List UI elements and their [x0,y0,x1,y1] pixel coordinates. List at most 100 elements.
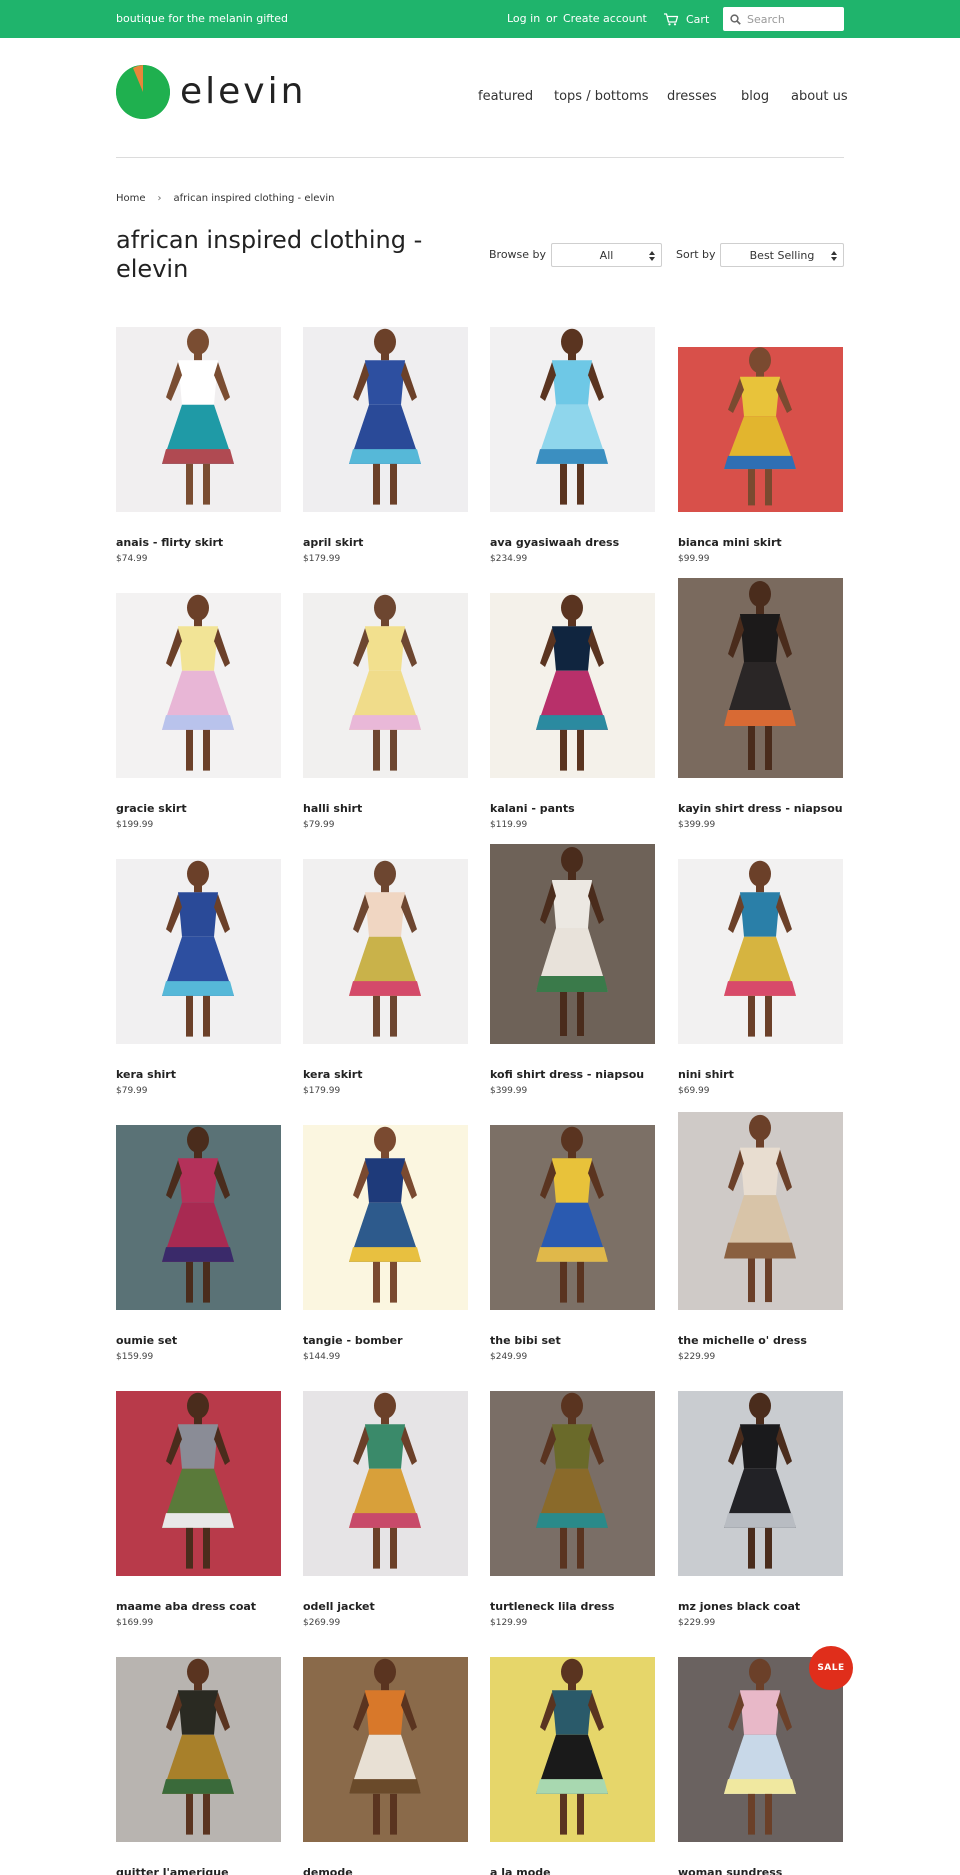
browse-value: All [599,248,614,262]
nav-featured[interactable]: featured [478,89,533,104]
product-image[interactable] [678,1112,843,1310]
search-input[interactable] [747,12,837,26]
sort-select[interactable]: Best Selling [720,243,844,267]
product-name[interactable]: gracie skirt [116,802,187,815]
product-image-frame [303,312,468,512]
logo-mark [116,65,170,119]
product-name[interactable]: demode [303,1866,353,1875]
create-account-link[interactable]: Create account [563,12,647,25]
select-arrows-icon [831,251,837,261]
search-box[interactable] [723,7,844,31]
product-image-frame [678,1376,843,1576]
product-image-frame [116,1642,281,1842]
product-name[interactable]: bianca mini skirt [678,536,782,549]
product-image[interactable] [490,327,655,512]
browse-select[interactable]: All [551,243,662,267]
product-name[interactable]: kera skirt [303,1068,362,1081]
product-image-frame [303,1110,468,1310]
nav-dresses[interactable]: dresses [667,89,717,104]
product-image-frame [116,312,281,512]
product-image[interactable] [116,327,281,512]
product-image-frame [116,844,281,1044]
product-image-frame [116,578,281,778]
product-image-frame [303,578,468,778]
product-name[interactable]: maame aba dress coat [116,1600,256,1613]
product-price: $234.99 [490,554,528,564]
browse-label: Browse by [489,248,547,261]
product-image-frame [490,578,655,778]
product-image[interactable] [303,1657,468,1842]
product-image[interactable] [490,1657,655,1842]
select-arrows-icon [649,251,655,261]
breadcrumb-home[interactable]: Home [116,193,146,204]
product-name[interactable]: april skirt [303,536,363,549]
product-name[interactable]: ava gyasiwaah dress [490,536,619,549]
product-price: $99.99 [678,554,710,564]
product-name[interactable]: anais - flirty skirt [116,536,223,549]
product-image[interactable] [678,1391,843,1576]
product-name[interactable]: the michelle o' dress [678,1334,807,1347]
sort-label: Sort by [676,248,716,261]
product-price: $269.99 [303,1618,341,1628]
product-image[interactable] [490,844,655,1044]
store-tagline: boutique for the melanin gifted [116,12,288,25]
store-logo[interactable]: elevin [116,65,306,121]
product-image[interactable] [303,859,468,1044]
product-price: $79.99 [116,1086,148,1096]
product-image[interactable] [678,347,843,512]
product-image[interactable] [303,593,468,778]
search-icon[interactable] [730,13,741,25]
product-price: $79.99 [303,820,335,830]
product-image[interactable] [490,593,655,778]
product-image-frame [490,312,655,512]
product-image-frame [490,1110,655,1310]
product-name[interactable]: woman sundress [678,1866,782,1875]
cart-link[interactable]: Cart [663,10,709,28]
nav-about-us[interactable]: about us [791,89,848,104]
product-image[interactable] [678,578,843,778]
product-price: $179.99 [303,554,341,564]
product-name[interactable]: turtleneck lila dress [490,1600,614,1613]
product-name[interactable]: quitter l'amerique [116,1866,229,1875]
product-image[interactable] [116,1125,281,1310]
breadcrumb-chevron-icon: › [157,193,162,204]
product-price: $399.99 [678,820,716,830]
nav-tops-bottoms[interactable]: tops / bottoms [554,89,649,104]
product-name[interactable]: oumie set [116,1334,177,1347]
product-name[interactable]: kofi shirt dress - niapsou [490,1068,644,1081]
product-image[interactable] [303,1391,468,1576]
product-price: $74.99 [116,554,148,564]
login-link[interactable]: Log in [507,12,540,25]
cart-icon [664,12,679,25]
or-separator: or [546,12,558,25]
product-name[interactable]: kera shirt [116,1068,176,1081]
product-image-frame [303,1376,468,1576]
product-price: $129.99 [490,1618,528,1628]
product-price: $199.99 [116,820,154,830]
product-image[interactable] [116,1657,281,1842]
product-name[interactable]: a la mode [490,1866,551,1875]
product-name[interactable]: kalani - pants [490,802,575,815]
product-name[interactable]: the bibi set [490,1334,561,1347]
product-image[interactable] [678,859,843,1044]
product-image[interactable] [490,1391,655,1576]
product-price: $249.99 [490,1352,528,1362]
product-image[interactable] [116,859,281,1044]
product-name[interactable]: odell jacket [303,1600,375,1613]
product-image[interactable] [490,1125,655,1310]
product-image-frame [116,1110,281,1310]
product-name[interactable]: halli shirt [303,802,362,815]
product-name[interactable]: kayin shirt dress - niapsou [678,802,843,815]
product-image[interactable] [303,327,468,512]
nav-blog[interactable]: blog [741,89,769,104]
product-price: $179.99 [303,1086,341,1096]
product-price: $144.99 [303,1352,341,1362]
product-image-frame [116,1376,281,1576]
product-name[interactable]: nini shirt [678,1068,734,1081]
product-name[interactable]: tangie - bomber [303,1334,403,1347]
product-image-frame [303,844,468,1044]
product-name[interactable]: mz jones black coat [678,1600,800,1613]
product-image[interactable] [303,1125,468,1310]
product-image[interactable] [116,593,281,778]
product-image[interactable] [116,1391,281,1576]
